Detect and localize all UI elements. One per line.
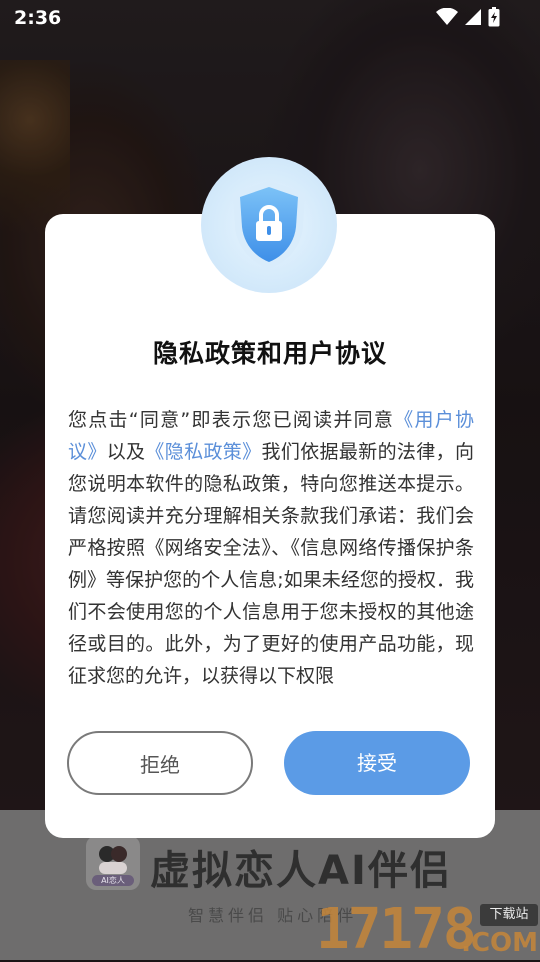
- body-text-main: 我们依据最新的法律，向您说明本软件的隐私政策，特向您推送本提示。请您阅读并充分理…: [68, 441, 474, 687]
- status-time: 2:36: [14, 7, 62, 29]
- watermark-number: 17178: [316, 897, 477, 962]
- status-icons: [436, 7, 500, 27]
- dialog-title: 隐私政策和用户协议: [152, 339, 387, 368]
- privacy-dialog: 隐私政策和用户协议 您点击“同意”即表示您已阅读并同意《用户协议》以及《隐私政策…: [45, 214, 495, 838]
- privacy-policy-link[interactable]: 《隐私政策》: [145, 441, 261, 463]
- reject-button[interactable]: 拒绝: [67, 731, 253, 795]
- watermark-tag: 下载站: [480, 904, 538, 926]
- site-watermark: 17178 下载站 .COM: [316, 898, 540, 960]
- body-text-and: 以及: [106, 441, 146, 463]
- app-logo-tag: AI恋人: [92, 875, 134, 886]
- battery-icon: [488, 7, 500, 27]
- shield-lock-icon: [233, 181, 305, 269]
- cellular-signal-icon: [465, 9, 481, 25]
- shield-badge: [201, 157, 337, 293]
- wifi-icon: [436, 8, 458, 25]
- app-title: 虚拟恋人AI伴侣: [150, 848, 452, 894]
- watermark-domain: .COM: [461, 928, 538, 958]
- app-logo: AI恋人: [86, 836, 140, 890]
- dialog-body[interactable]: 您点击“同意”即表示您已阅读并同意《用户协议》以及《隐私政策》我们依据最新的法律…: [68, 404, 474, 710]
- accept-button[interactable]: 接受: [284, 731, 470, 795]
- status-bar: 2:36: [0, 0, 540, 36]
- body-text-intro: 您点击“同意”即表示您已阅读并同意: [68, 409, 395, 431]
